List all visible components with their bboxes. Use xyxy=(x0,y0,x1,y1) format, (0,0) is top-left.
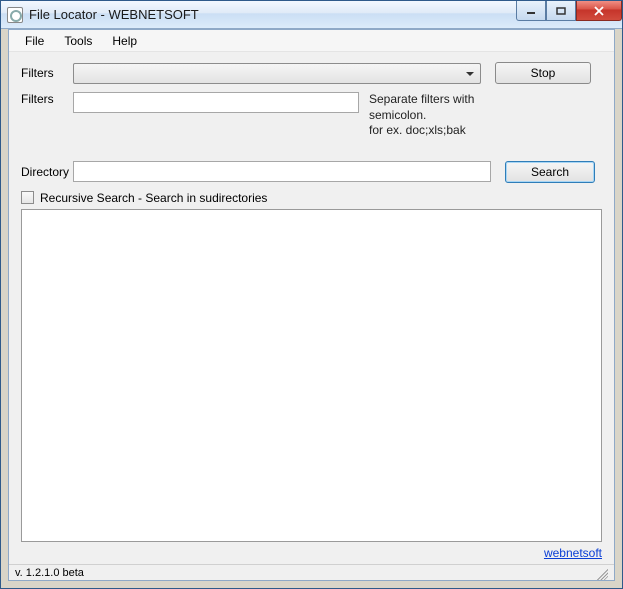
window-title: File Locator - WEBNETSOFT xyxy=(29,7,199,22)
menu-file[interactable]: File xyxy=(17,32,52,50)
content-area: Filters Stop Filters Separate filters wi… xyxy=(9,52,614,564)
version-label: v. 1.2.1.0 beta xyxy=(15,567,84,579)
menu-help[interactable]: Help xyxy=(104,32,145,50)
filters-combo-row: Filters Stop xyxy=(21,62,602,84)
webnetsoft-link[interactable]: webnetsoft xyxy=(544,546,602,560)
close-button[interactable] xyxy=(576,1,622,21)
hint-line1: Separate filters with semicolon. xyxy=(369,92,474,122)
stop-button[interactable]: Stop xyxy=(495,62,591,84)
directory-input[interactable] xyxy=(73,161,491,182)
statusbar: v. 1.2.1.0 beta xyxy=(9,564,614,580)
window-controls xyxy=(516,1,622,21)
filters-input[interactable] xyxy=(73,92,359,113)
app-icon xyxy=(7,7,23,23)
menubar: File Tools Help xyxy=(9,30,614,52)
hint-line2: for ex. doc;xls;bak xyxy=(369,123,466,137)
results-list[interactable] xyxy=(21,209,602,542)
footer-link-area: webnetsoft xyxy=(21,546,602,560)
search-button-label: Search xyxy=(531,165,569,179)
directory-row: Directory Search xyxy=(21,161,602,183)
maximize-button[interactable] xyxy=(546,1,576,21)
recursive-checkbox[interactable] xyxy=(21,191,34,204)
filters-text-row: Filters Separate filters with semicolon.… xyxy=(21,92,602,139)
search-button[interactable]: Search xyxy=(505,161,595,183)
recursive-label: Recursive Search - Search in sudirectori… xyxy=(40,191,267,205)
menu-tools[interactable]: Tools xyxy=(56,32,100,50)
recursive-row: Recursive Search - Search in sudirectori… xyxy=(21,191,602,205)
app-window: File Locator - WEBNETSOFT File Tools Hel… xyxy=(0,0,623,589)
client-area: File Tools Help Filters Stop Filters Sep… xyxy=(8,29,615,581)
directory-label: Directory xyxy=(21,165,73,179)
filters-hint: Separate filters with semicolon. for ex.… xyxy=(369,92,505,139)
minimize-button[interactable] xyxy=(516,1,546,21)
titlebar[interactable]: File Locator - WEBNETSOFT xyxy=(1,1,622,29)
filters-combo[interactable] xyxy=(73,63,481,84)
filters-combo-label: Filters xyxy=(21,66,73,80)
resize-grip-icon[interactable] xyxy=(594,566,608,580)
filters-text-label: Filters xyxy=(21,92,73,106)
stop-button-label: Stop xyxy=(531,66,556,80)
